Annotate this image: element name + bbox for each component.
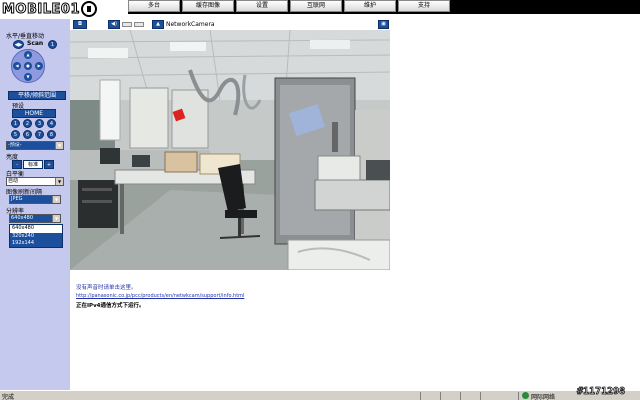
image-format-select[interactable]: JPEG ▼	[9, 195, 61, 204]
tab-maintenance[interactable]: 维护	[344, 0, 396, 12]
scan-one-button[interactable]: 1	[48, 40, 57, 49]
preset-home-button[interactable]: HOME	[12, 109, 56, 118]
zoom-slider-track[interactable]	[122, 22, 132, 27]
resolution-option[interactable]: 192x144	[10, 240, 62, 248]
white-balance-select[interactable]: 自动 ▼	[6, 177, 64, 186]
chevron-down-icon: ▼	[52, 215, 60, 222]
scan-toggle-icon[interactable]: ◀▶	[13, 40, 24, 49]
volume-slider-track[interactable]	[134, 22, 144, 27]
office-scene-image	[70, 30, 390, 270]
preset-4-button[interactable]: 4	[47, 119, 56, 128]
scan-label: Scan	[27, 40, 44, 47]
resolution-select[interactable]: 640x480 ▼	[9, 214, 61, 223]
status-divider	[440, 392, 441, 400]
preset-6-button[interactable]: 6	[23, 130, 32, 139]
status-text: 完成	[2, 394, 15, 400]
microphone-icon[interactable]: ▲	[152, 20, 164, 29]
status-divider	[518, 392, 519, 400]
image-format-value: JPEG	[11, 196, 23, 202]
logo-text: MOBILE01	[2, 2, 81, 18]
browser-status-bar: 完成 网际网络	[0, 390, 640, 400]
arrow-up-icon[interactable]: ▲	[24, 51, 32, 59]
site-logo[interactable]: MOBILE01	[0, 0, 128, 19]
support-info-link[interactable]: http://panasonic.co.jp/pcc/products/en/n…	[76, 293, 244, 299]
resolution-option[interactable]: 640x480	[10, 225, 62, 233]
camera-toolbar: ◘ ◀) ▲ NetworkCamera ▣	[70, 19, 390, 30]
preset-select-value: -预设-	[8, 142, 22, 148]
preset-select[interactable]: -预设- ▼	[6, 141, 64, 150]
preset-1-button[interactable]: 1	[11, 119, 20, 128]
tab-support[interactable]: 支持	[398, 0, 450, 12]
camera-title: NetworkCamera	[166, 21, 215, 28]
main-menu: 多台 缓存图像 设置 互联网 维护 支持	[128, 0, 452, 14]
speaker-icon[interactable]: ◀)	[108, 20, 120, 29]
tab-setup[interactable]: 设置	[236, 0, 288, 12]
control-panel: 水平/垂直移动 ◀▶ Scan 1 ▲ ◀ ● ▶ ▼ 平移/倾斜范围 预设 H…	[0, 19, 70, 390]
tab-multi-camera[interactable]: 多台	[128, 0, 180, 12]
brightness-plus-button[interactable]: +	[44, 160, 54, 169]
status-divider	[460, 392, 461, 400]
preset-5-button[interactable]: 5	[11, 130, 20, 139]
resolution-dropdown-list: 640x480 320x240 192x144	[9, 224, 63, 248]
tab-internet[interactable]: 互联网	[290, 0, 342, 12]
logo-mark-icon	[81, 0, 97, 17]
home-position-icon[interactable]: ●	[24, 62, 32, 70]
status-divider	[420, 392, 421, 400]
arrow-down-icon[interactable]: ▼	[24, 73, 32, 81]
preset-3-button[interactable]: 3	[35, 119, 44, 128]
preset-8-button[interactable]: 8	[47, 130, 56, 139]
zone-text: 网际网络	[531, 394, 556, 400]
pan-tilt-label: 水平/垂直移动	[6, 33, 45, 40]
preset-2-button[interactable]: 2	[23, 119, 32, 128]
arrow-right-icon[interactable]: ▶	[35, 62, 43, 70]
chevron-down-icon: ▼	[52, 196, 60, 203]
audio-help-link[interactable]: 没有声音时请单击这里。	[76, 283, 137, 291]
internet-zone-icon	[522, 392, 529, 399]
camera-live-image[interactable]	[70, 30, 390, 270]
tab-buffered-image[interactable]: 缓存图像	[182, 0, 234, 12]
fullscreen-icon[interactable]: ▣	[378, 20, 389, 29]
status-divider	[480, 392, 481, 400]
ipv4-status-text: 正在IPv4通信方式下运行。	[76, 303, 145, 309]
direction-pad: ▲ ◀ ● ▶ ▼	[11, 49, 45, 83]
watermark: #1171298	[577, 386, 626, 398]
brightness-minus-button[interactable]: -	[12, 160, 22, 169]
chevron-down-icon: ▼	[55, 178, 63, 185]
white-balance-value: 自动	[8, 178, 19, 184]
resolution-value: 640x480	[11, 215, 34, 221]
resolution-option[interactable]: 320x240	[10, 233, 62, 241]
preset-7-button[interactable]: 7	[35, 130, 44, 139]
chevron-down-icon: ▼	[55, 142, 63, 149]
pan-tilt-range-button[interactable]: 平移/倾斜范围	[8, 91, 66, 100]
brightness-standard-button[interactable]: 标准	[23, 160, 43, 169]
arrow-left-icon[interactable]: ◀	[13, 62, 21, 70]
camera-snapshot-icon[interactable]: ◘	[73, 20, 87, 29]
